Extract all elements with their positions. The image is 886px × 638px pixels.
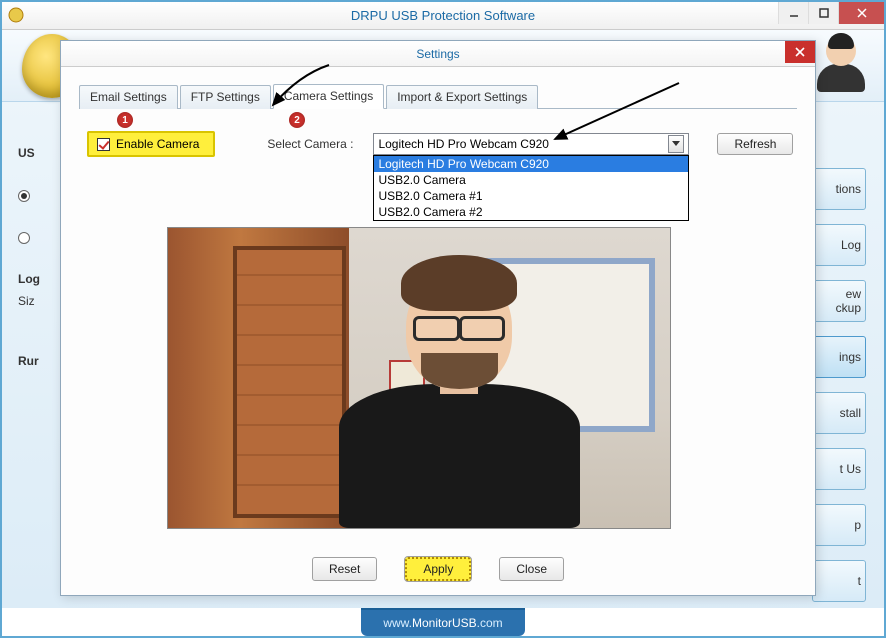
enable-camera-label: Enable Camera <box>116 137 199 151</box>
bg-btn-settings[interactable]: ings <box>812 336 866 378</box>
site-banner: www.MonitorUSB.com <box>2 608 884 636</box>
camera-dropdown-list: Logitech HD Pro Webcam C920 USB2.0 Camer… <box>373 155 689 221</box>
bg-btn-install[interactable]: stall <box>812 392 866 434</box>
camera-option-1[interactable]: USB2.0 Camera <box>374 172 688 188</box>
dialog-body: Email Settings FTP Settings Camera Setti… <box>61 67 815 595</box>
camera-combobox-wrap: Logitech HD Pro Webcam C920 Logitech HD … <box>373 133 689 155</box>
annotation-badge-1: 1 <box>117 112 133 128</box>
enable-camera-checkbox[interactable]: Enable Camera <box>87 131 215 157</box>
settings-dialog: Settings Email Settings FTP Settings Cam… <box>60 40 816 596</box>
bg-btn-tions[interactable]: tions <box>812 168 866 210</box>
minimize-button[interactable] <box>778 2 808 24</box>
site-url: www.MonitorUSB.com <box>361 608 524 636</box>
annotation-badge-2: 2 <box>289 112 305 128</box>
dialog-title: Settings <box>416 47 459 61</box>
close-window-button[interactable] <box>838 2 884 24</box>
tab-email-settings[interactable]: Email Settings <box>79 85 178 109</box>
reset-button[interactable]: Reset <box>312 557 377 581</box>
chevron-down-icon[interactable] <box>668 135 684 153</box>
camera-option-0[interactable]: Logitech HD Pro Webcam C920 <box>374 156 688 172</box>
bg-btn-help[interactable]: p <box>812 504 866 546</box>
camera-settings-panel: 1 2 Enable Camera Select Camera : Logite… <box>79 109 797 157</box>
close-button[interactable]: Close <box>499 557 564 581</box>
dialog-footer: Reset Apply Close <box>61 557 815 581</box>
refresh-button[interactable]: Refresh <box>717 133 793 155</box>
bg-btn-backup[interactable]: ew ckup <box>812 280 866 322</box>
select-camera-label: Select Camera : <box>267 137 353 151</box>
checkbox-icon <box>97 138 110 151</box>
avatar-icon <box>814 36 868 96</box>
dialog-close-button[interactable] <box>785 41 815 63</box>
window-controls <box>778 2 884 24</box>
apply-button[interactable]: Apply <box>405 557 471 581</box>
camera-option-3[interactable]: USB2.0 Camera #2 <box>374 204 688 220</box>
camera-combobox-value: Logitech HD Pro Webcam C920 <box>378 137 549 151</box>
camera-controls-row: Enable Camera Select Camera : Logitech H… <box>79 131 797 157</box>
camera-combobox[interactable]: Logitech HD Pro Webcam C920 <box>373 133 689 155</box>
tab-import-export-settings[interactable]: Import & Export Settings <box>386 85 538 109</box>
bg-btn-about[interactable]: t Us <box>812 448 866 490</box>
bg-right-buttons: tions Log ew ckup ings stall t Us p t <box>812 168 866 616</box>
main-window-titlebar: DRPU USB Protection Software <box>2 2 884 30</box>
camera-option-2[interactable]: USB2.0 Camera #1 <box>374 188 688 204</box>
maximize-button[interactable] <box>808 2 838 24</box>
tab-camera-settings[interactable]: Camera Settings <box>273 84 384 109</box>
app-icon <box>8 7 24 23</box>
camera-preview <box>167 227 671 529</box>
tab-ftp-settings[interactable]: FTP Settings <box>180 85 271 109</box>
dialog-titlebar: Settings <box>61 41 815 67</box>
main-window-title: DRPU USB Protection Software <box>351 8 535 23</box>
tabs: Email Settings FTP Settings Camera Setti… <box>79 83 797 109</box>
bg-btn-log[interactable]: Log <box>812 224 866 266</box>
